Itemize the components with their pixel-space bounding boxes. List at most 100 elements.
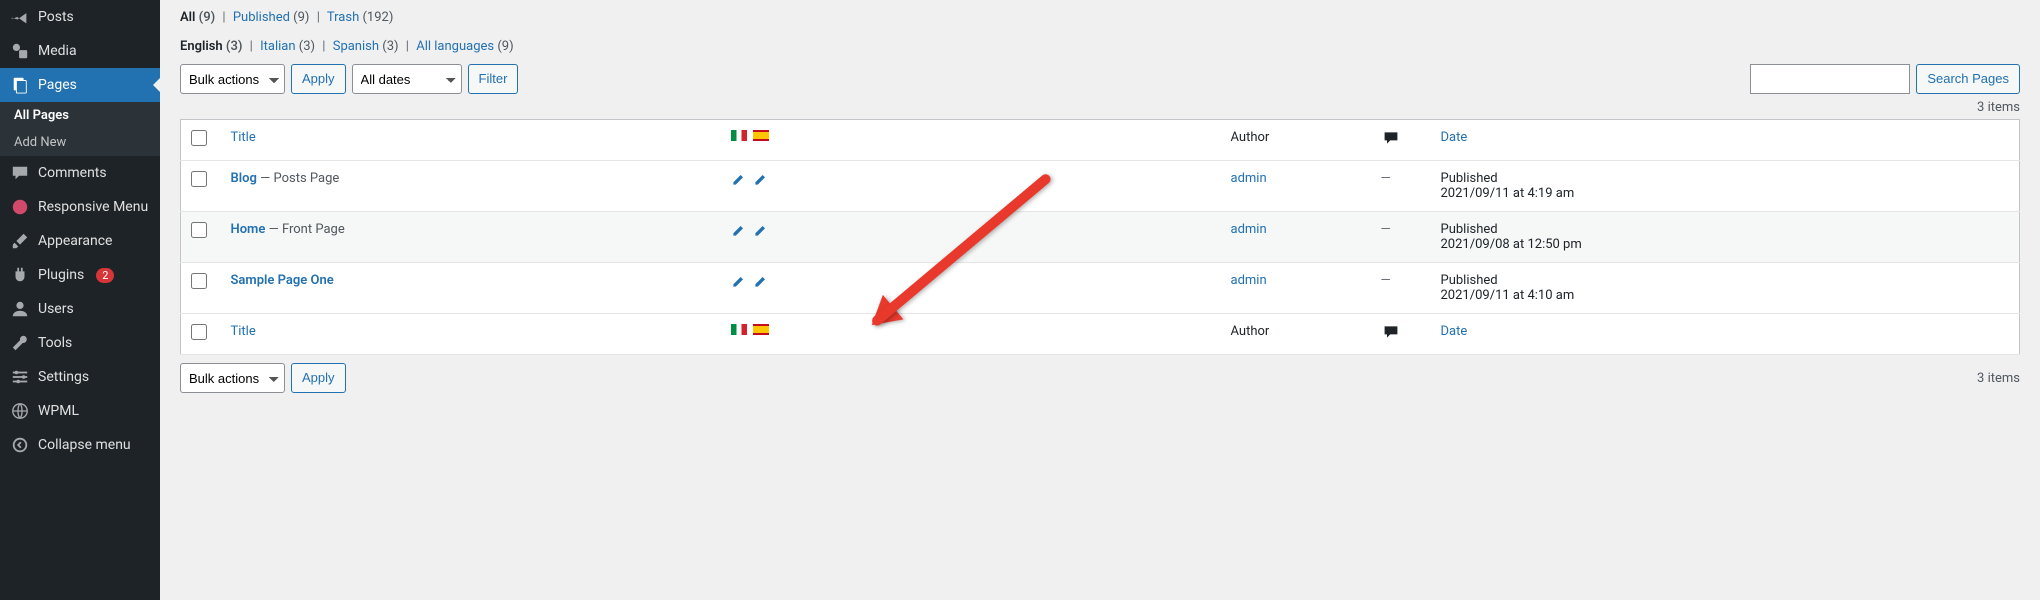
pin-icon — [10, 8, 30, 26]
main-content: All (9) | Published (9) | Trash (192) En… — [160, 0, 2040, 600]
sidebar-item-label: Posts — [38, 9, 74, 25]
status-filter: All (9) | Published (9) | Trash (192) — [180, 0, 2020, 29]
sidebar-subitem-all-pages[interactable]: All Pages — [0, 102, 160, 129]
sidebar-item-label: Plugins — [38, 267, 84, 283]
comments-count: — — [1381, 222, 1391, 237]
flag-italian-icon — [731, 130, 747, 141]
column-date[interactable]: Date — [1431, 120, 2020, 161]
plugins-update-badge: 2 — [96, 268, 114, 283]
column-author: Author — [1221, 120, 1371, 161]
page-state: — Front Page — [265, 222, 344, 237]
page-state: — Posts Page — [257, 171, 339, 186]
plug-icon — [10, 266, 30, 284]
sidebar-item-label: Tools — [38, 335, 72, 351]
sidebar-item-users[interactable]: Users — [0, 292, 160, 326]
page-icon — [10, 76, 30, 94]
lang-filter-italian[interactable]: Italian (3) — [260, 39, 315, 54]
sidebar-item-plugins[interactable]: Plugins 2 — [0, 258, 160, 292]
lang-filter-english[interactable]: English (3) — [180, 39, 242, 54]
sidebar-item-posts[interactable]: Posts — [0, 0, 160, 34]
status-filter-trash[interactable]: Trash (192) — [327, 10, 394, 25]
apply-button[interactable]: Apply — [291, 64, 346, 94]
sidebar-item-label: Users — [38, 301, 74, 317]
table-row: Sample Page One admin — Published 2021/0… — [181, 263, 2020, 314]
sidebar-item-label: Media — [38, 43, 77, 59]
sidebar-item-label: Collapse menu — [38, 437, 131, 453]
column-languages-footer — [721, 314, 1221, 355]
column-date-footer[interactable]: Date — [1431, 314, 2020, 355]
edit-translation-it-icon[interactable] — [731, 273, 747, 293]
author-link[interactable]: admin — [1231, 171, 1267, 186]
sidebar-item-pages[interactable]: Pages — [0, 68, 160, 102]
items-count-bottom: 3 items — [1977, 371, 2020, 386]
column-author-footer: Author — [1221, 314, 1371, 355]
row-checkbox[interactable] — [191, 222, 207, 238]
globe-icon — [10, 402, 30, 420]
sidebar-subitem-add-new[interactable]: Add New — [0, 129, 160, 156]
status-filter-published[interactable]: Published (9) — [233, 10, 310, 25]
edit-translation-es-icon[interactable] — [753, 222, 769, 242]
sidebar-item-wpml[interactable]: WPML — [0, 394, 160, 428]
sidebar-item-comments[interactable]: Comments — [0, 156, 160, 190]
sidebar-item-label: Pages — [38, 77, 77, 93]
sidebar-item-settings[interactable]: Settings — [0, 360, 160, 394]
sidebar-item-label: WPML — [38, 403, 79, 419]
search-input[interactable] — [1750, 64, 1910, 94]
pages-table: Title Author Date Blog — Posts Page — [180, 119, 2020, 355]
collapse-icon — [10, 436, 30, 454]
sidebar-item-label: Appearance — [38, 233, 112, 249]
flag-spanish-icon — [753, 324, 769, 335]
lang-filter-all[interactable]: All languages (9) — [416, 39, 513, 54]
sidebar-item-label: Comments — [38, 165, 107, 181]
edit-translation-it-icon[interactable] — [731, 222, 747, 242]
page-title-link[interactable]: Blog — [231, 171, 257, 186]
column-comments[interactable] — [1371, 120, 1431, 161]
user-icon — [10, 300, 30, 318]
sidebar-item-collapse[interactable]: Collapse menu — [0, 428, 160, 462]
author-link[interactable]: admin — [1231, 222, 1267, 237]
bulk-actions-select-bottom[interactable]: Bulk actions — [180, 363, 285, 393]
author-link[interactable]: admin — [1231, 273, 1267, 288]
admin-sidebar: Posts Media Pages All Pages Add New Comm… — [0, 0, 160, 600]
page-title-link[interactable]: Sample Page One — [231, 273, 334, 288]
comment-bubble-icon — [1381, 130, 1401, 146]
sidebar-item-label: Responsive Menu — [38, 199, 148, 215]
date-filter-select[interactable]: All dates — [352, 64, 462, 94]
column-comments-footer[interactable] — [1371, 314, 1431, 355]
sidebar-item-responsive-menu[interactable]: Responsive Menu — [0, 190, 160, 224]
comment-bubble-icon — [1381, 324, 1401, 340]
select-all-checkbox-bottom[interactable] — [191, 324, 207, 340]
column-title[interactable]: Title — [221, 120, 721, 161]
page-title-link[interactable]: Home — [231, 222, 266, 237]
sidebar-item-tools[interactable]: Tools — [0, 326, 160, 360]
bulk-actions-select[interactable]: Bulk actions — [180, 64, 285, 94]
filter-button[interactable]: Filter — [468, 64, 519, 94]
responsive-icon — [10, 198, 30, 216]
status-filter-all[interactable]: All (9) — [180, 10, 215, 25]
date-value: 2021/09/08 at 12:50 pm — [1441, 237, 2010, 252]
apply-button-bottom[interactable]: Apply — [291, 363, 346, 393]
brush-icon — [10, 232, 30, 250]
column-title-footer[interactable]: Title — [221, 314, 721, 355]
date-value: 2021/09/11 at 4:10 am — [1441, 288, 2010, 303]
flag-italian-icon — [731, 324, 747, 335]
sidebar-item-label: Settings — [38, 369, 89, 385]
search-pages-button[interactable]: Search Pages — [1916, 64, 2020, 94]
table-row: Home — Front Page admin — Published 2021… — [181, 212, 2020, 263]
date-status: Published — [1441, 222, 2010, 237]
table-row: Blog — Posts Page admin — Published 2021… — [181, 161, 2020, 212]
sidebar-item-media[interactable]: Media — [0, 34, 160, 68]
date-status: Published — [1441, 273, 2010, 288]
select-all-checkbox[interactable] — [191, 130, 207, 146]
items-count-top: 3 items — [1977, 100, 2020, 115]
edit-translation-es-icon[interactable] — [753, 273, 769, 293]
edit-translation-it-icon[interactable] — [731, 171, 747, 191]
flag-spanish-icon — [753, 130, 769, 141]
sidebar-item-appearance[interactable]: Appearance — [0, 224, 160, 258]
lang-filter-spanish[interactable]: Spanish (3) — [333, 39, 399, 54]
comments-count: — — [1381, 171, 1391, 186]
row-checkbox[interactable] — [191, 273, 207, 289]
date-status: Published — [1441, 171, 2010, 186]
row-checkbox[interactable] — [191, 171, 207, 187]
edit-translation-es-icon[interactable] — [753, 171, 769, 191]
